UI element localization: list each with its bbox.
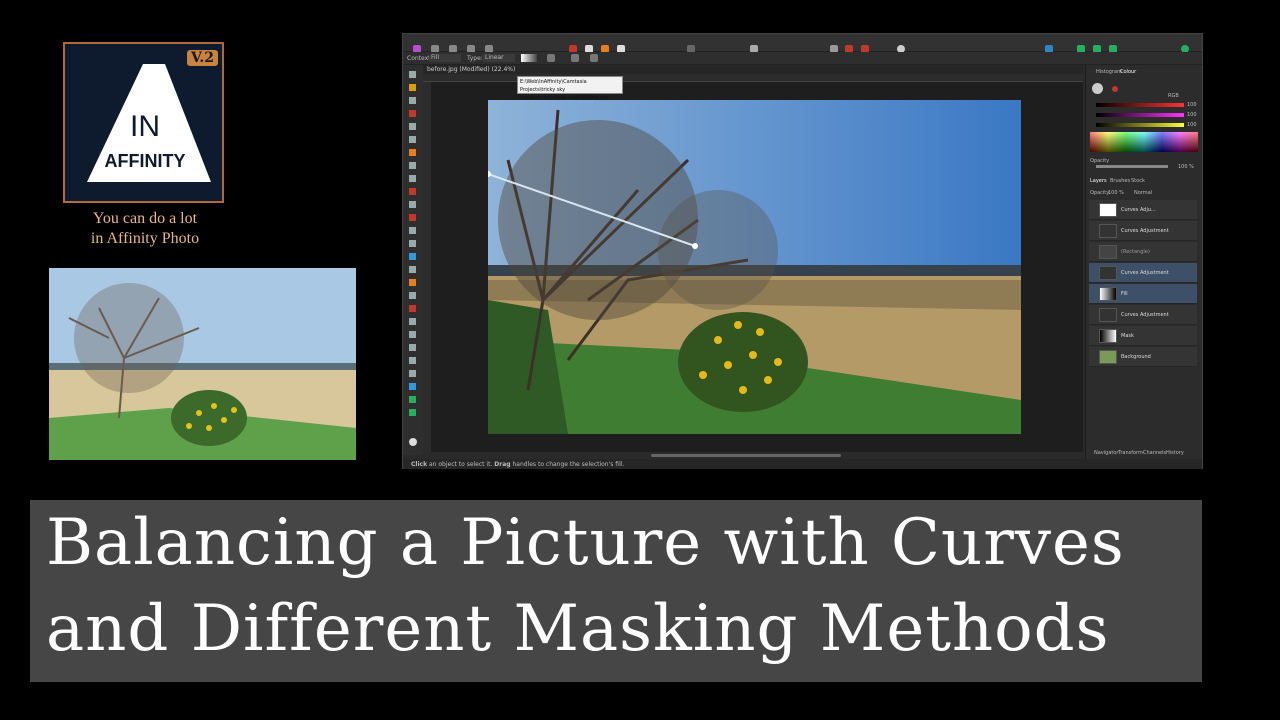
gradient-end-handle[interactable]	[692, 243, 698, 249]
marquee-tool-icon[interactable]	[409, 136, 416, 143]
fill-colour-swatch[interactable]	[1092, 83, 1103, 94]
transform-tab[interactable]: Transform	[1118, 450, 1143, 456]
tools-panel	[403, 65, 423, 455]
status-text: Click an object to select it. Drag handl…	[411, 461, 625, 468]
path-tooltip-line1: E:\Web\InAffinity\Camtasia Projects\tric…	[520, 79, 587, 93]
mesh-warp-icon[interactable]	[409, 383, 416, 390]
stock-tab[interactable]: Stock	[1131, 178, 1145, 184]
title-banner: Balancing a Picture with Curves and Diff…	[30, 500, 1202, 682]
blue-value[interactable]: 100	[1187, 122, 1197, 128]
layer-row[interactable]: Background	[1089, 347, 1197, 367]
shape-tool-icon[interactable]	[409, 331, 416, 338]
path-tooltip-line2: replacement made easy\before.jpg	[520, 95, 608, 101]
document-tab-title: before.jpg (Modified) (22.4%)	[427, 66, 516, 73]
layer-row[interactable]: (Rectangle)	[1089, 242, 1197, 262]
tagline: You can do a lot in Affinity Photo	[50, 209, 240, 249]
gradient-tool-icon[interactable]	[409, 175, 416, 182]
brushes-tab[interactable]: Brushes	[1110, 178, 1130, 184]
tagline-line1: You can do a lot	[92, 210, 198, 227]
blur-brush-icon[interactable]	[409, 227, 416, 234]
node-tool-icon[interactable]	[409, 318, 416, 325]
view-tool-icon[interactable]	[409, 84, 416, 91]
history-tab[interactable]: History	[1166, 450, 1184, 456]
red-slider[interactable]	[1096, 103, 1184, 107]
blue-slider[interactable]	[1096, 123, 1184, 127]
colour-picker-icon[interactable]	[409, 370, 416, 377]
tagline-line2: in Affinity Photo	[90, 230, 200, 247]
title-line-2: and Different Masking Methods	[46, 592, 1110, 666]
colour-tab[interactable]: Colour	[1120, 69, 1136, 75]
dodge-tool-icon[interactable]	[409, 201, 416, 208]
layer-row[interactable]: Fill	[1089, 284, 1197, 304]
paint-brush-icon[interactable]	[409, 188, 416, 195]
crop-tool-icon[interactable]	[409, 97, 416, 104]
selection-brush-icon[interactable]	[409, 110, 416, 117]
erase-brush-icon[interactable]	[409, 240, 416, 247]
layers-tab[interactable]: Layers	[1090, 178, 1107, 184]
opacity-label: Opacity	[1090, 158, 1110, 164]
layers-opacity-value[interactable]: 100 %	[1108, 190, 1124, 196]
flood-fill-icon[interactable]	[409, 162, 416, 169]
colour-mode-dropdown[interactable]: RGB	[1168, 93, 1179, 99]
colour-swatch-icon[interactable]	[409, 438, 417, 446]
colour-spectrum[interactable]	[1090, 132, 1198, 152]
version-badge: V.2	[186, 50, 218, 66]
logo-word-affinity: AFFINITY	[105, 151, 186, 171]
freehand-select-icon[interactable]	[409, 149, 416, 156]
blend-mode-dropdown[interactable]: Normal	[1134, 190, 1152, 196]
title-line-1: Balancing a Picture with Curves	[46, 506, 1125, 580]
document-tab[interactable]: before.jpg (Modified) (22.4%)	[423, 65, 1083, 74]
clone-brush-icon[interactable]	[409, 214, 416, 221]
path-tooltip: E:\Web\InAffinity\Camtasia Projects\tric…	[517, 76, 623, 101]
stroke-colour-swatch[interactable]	[1112, 86, 1118, 92]
main-toolbar	[403, 34, 1202, 53]
navigator-tab[interactable]: Navigator	[1094, 450, 1118, 456]
red-eye-icon[interactable]	[409, 292, 416, 299]
opacity-value[interactable]: 100 %	[1178, 164, 1194, 170]
before-thumbnail	[49, 268, 356, 460]
smudge-brush-icon[interactable]	[409, 279, 416, 286]
type-label: Type:	[467, 55, 483, 62]
layer-row[interactable]: Curves Adju...	[1089, 200, 1197, 220]
horizontal-scrollbar[interactable]	[651, 454, 841, 457]
inpainting-brush-icon[interactable]	[409, 266, 416, 273]
green-value[interactable]: 100	[1187, 112, 1197, 118]
histogram-tab[interactable]: Histogram	[1096, 69, 1122, 75]
layer-row[interactable]: Curves Adjustment	[1089, 305, 1197, 325]
in-affinity-logo: IN AFFINITY V.2	[63, 42, 224, 203]
layer-row[interactable]: Mask	[1089, 326, 1197, 346]
context-toolbar: Context: Fill Type: Linear	[403, 52, 1202, 65]
channels-tab[interactable]: Channels	[1143, 450, 1166, 456]
red-value[interactable]: 100	[1187, 102, 1197, 108]
type-dropdown[interactable]: Linear	[483, 54, 515, 62]
move-tool-icon[interactable]	[409, 71, 416, 78]
flood-select-icon[interactable]	[409, 123, 416, 130]
text-tool-icon[interactable]	[409, 344, 416, 351]
gradient-swatch[interactable]	[521, 54, 537, 62]
document-photo[interactable]	[488, 100, 1021, 434]
vertical-ruler	[423, 82, 431, 452]
align-icon[interactable]	[588, 54, 600, 62]
context-dropdown[interactable]: Fill	[429, 54, 461, 62]
logo-triangle-icon: IN AFFINITY	[87, 64, 211, 182]
layer-row[interactable]: Curves Adjustment	[1089, 263, 1197, 283]
affinity-photo-window: Context: Fill Type: Linear before.jpg (M…	[402, 33, 1203, 469]
table-tool-icon[interactable]	[409, 409, 416, 416]
healing-brush-icon[interactable]	[409, 253, 416, 260]
studio-panel: Histogram Colour RGB 100 100 100 Opacity…	[1085, 65, 1202, 459]
pen-tool-icon[interactable]	[409, 305, 416, 312]
rotate-icon[interactable]	[569, 54, 581, 62]
logo-word-in: IN	[130, 110, 160, 143]
layer-row[interactable]: Curves Adjustment	[1089, 221, 1197, 241]
frame-text-icon[interactable]	[409, 396, 416, 403]
green-slider[interactable]	[1096, 113, 1184, 117]
reverse-icon[interactable]	[545, 54, 557, 62]
opacity-slider[interactable]	[1096, 165, 1168, 168]
status-bar: Click an object to select it. Drag handl…	[403, 459, 1202, 469]
zoom-tool-icon[interactable]	[409, 357, 416, 364]
